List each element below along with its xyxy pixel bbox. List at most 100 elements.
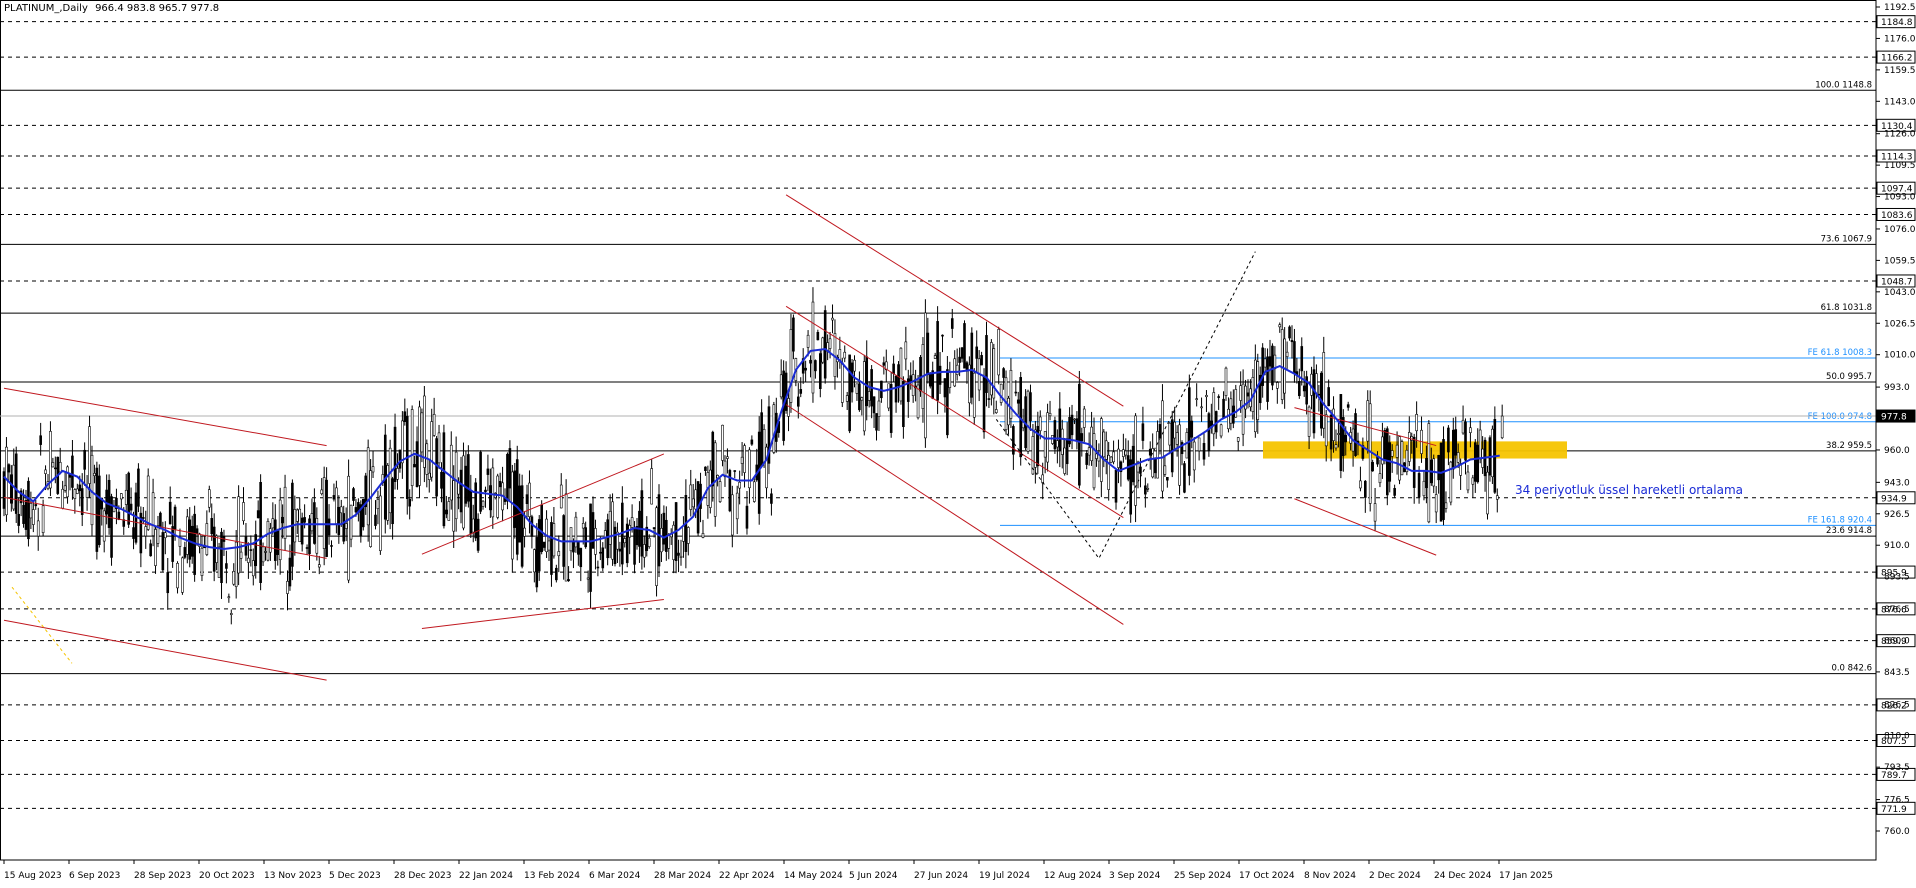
candle-body-down xyxy=(677,552,680,556)
price-label-text: 859.9 xyxy=(1881,637,1907,647)
price-label-text: 771.9 xyxy=(1881,805,1907,815)
candle-body-up xyxy=(491,467,495,518)
candle-body-up xyxy=(611,501,614,560)
candle-body-down xyxy=(1464,421,1467,461)
candle-body-down xyxy=(281,516,284,524)
candle-body-up xyxy=(1117,448,1120,468)
candle-body-up xyxy=(1466,471,1470,491)
candle-body-down xyxy=(1170,419,1174,473)
candle-body-down xyxy=(508,448,512,489)
candle-body-down xyxy=(1053,420,1057,450)
candle-body-down xyxy=(823,310,827,379)
candle-body-down xyxy=(393,426,397,482)
candle-body-up xyxy=(933,355,937,359)
candlestick-chart[interactable]: 100.0 1148.8 73.6 1067.9 61.8 1031.8 50.0 9… xyxy=(0,0,1916,888)
candle-body-down xyxy=(498,481,502,488)
candle-body-down xyxy=(579,547,583,568)
candle-body-down xyxy=(225,563,228,569)
time-tick-label: 19 Jul 2024 xyxy=(979,871,1030,881)
candle-body-up xyxy=(1007,397,1010,426)
price-tick-label: 1176.0 xyxy=(1884,34,1916,44)
candle-body-up xyxy=(1212,392,1216,435)
candle-body-down xyxy=(882,362,886,366)
candle-body-down xyxy=(27,480,30,540)
candle-body-up xyxy=(344,523,348,529)
candle-body-up xyxy=(449,444,453,501)
candle-body-down xyxy=(337,506,341,535)
candle-body-down xyxy=(542,541,546,548)
candle-body-up xyxy=(630,517,634,528)
candle-body-up xyxy=(1241,383,1245,435)
candle-body-up xyxy=(533,549,536,573)
candle-body-up xyxy=(1102,431,1106,458)
candle-body-down xyxy=(464,465,468,504)
candle-body-up xyxy=(1156,431,1159,479)
candle xyxy=(821,336,825,365)
candle-body-down xyxy=(792,317,795,352)
candle-body-down xyxy=(313,502,316,544)
candle-body-up xyxy=(1461,419,1465,434)
candle-body-down xyxy=(1302,385,1306,392)
time-tick-label: 2 Dec 2024 xyxy=(1369,871,1421,881)
candle-body-up xyxy=(1444,502,1448,509)
candle-body-down xyxy=(657,494,661,567)
candle-body-up xyxy=(200,547,204,576)
candle-body-up xyxy=(120,493,123,500)
price-tick-label: 1143.0 xyxy=(1884,97,1916,107)
fib-level-label: 73.6 1067.9 xyxy=(1821,234,1872,244)
candle-body-up xyxy=(831,317,834,321)
candle xyxy=(1491,425,1494,484)
candle-body-down xyxy=(1114,469,1118,503)
candle-body-up xyxy=(1185,432,1189,459)
candle-body-down xyxy=(1342,417,1345,457)
candle-body-down xyxy=(1327,387,1330,407)
candle-body-up xyxy=(748,449,751,489)
candle xyxy=(928,372,932,389)
candle-body-up xyxy=(432,413,436,436)
candle-body-up xyxy=(1063,447,1066,474)
candle-body-down xyxy=(960,347,964,359)
candle-body-down xyxy=(212,526,216,572)
candle-body-up xyxy=(1368,403,1372,504)
candle-body-up xyxy=(1227,408,1230,430)
candle-body-up xyxy=(1427,423,1431,523)
candle-body-up xyxy=(899,347,903,402)
candle-body-down xyxy=(540,504,543,552)
candle xyxy=(49,421,52,497)
price-tick-label: 926.5 xyxy=(1884,510,1910,520)
candle xyxy=(611,493,614,566)
candle-body-down xyxy=(652,527,656,529)
candle-body-up xyxy=(1285,351,1289,357)
candle xyxy=(848,354,851,434)
candle-body-down xyxy=(469,489,473,535)
candle xyxy=(476,513,480,553)
candle-body-up xyxy=(1415,414,1418,432)
candle-body-down xyxy=(142,517,145,519)
candle-body-up xyxy=(396,468,399,480)
candle-body-up xyxy=(1491,428,1494,478)
candle-body-up xyxy=(887,383,891,409)
candle xyxy=(1219,423,1223,439)
candle-body-down xyxy=(733,470,737,472)
candle-body-up xyxy=(718,481,722,502)
candle-body-down xyxy=(745,505,749,529)
candle-body-down xyxy=(982,376,986,433)
candle-body-up xyxy=(366,447,370,526)
candle-body-down xyxy=(1207,413,1211,452)
candle-body-down xyxy=(892,363,895,374)
price-label-text: 1048.7 xyxy=(1881,277,1913,287)
candle-body-up xyxy=(447,501,451,521)
candle-body-up xyxy=(1092,433,1096,489)
candle-body-up xyxy=(828,338,832,349)
time-tick-label: 6 Sep 2023 xyxy=(69,871,120,881)
candle-body-up xyxy=(694,489,697,510)
candle-body-down xyxy=(1454,429,1458,456)
candle-body-down xyxy=(894,375,898,403)
candle-body-down xyxy=(300,517,304,545)
candle-body-up xyxy=(691,498,695,508)
candle-body-down xyxy=(1065,438,1069,465)
candle-body-up xyxy=(322,477,326,549)
candle-body-down xyxy=(555,567,558,581)
candle-body-down xyxy=(413,464,416,468)
candle-body-down xyxy=(17,513,20,526)
